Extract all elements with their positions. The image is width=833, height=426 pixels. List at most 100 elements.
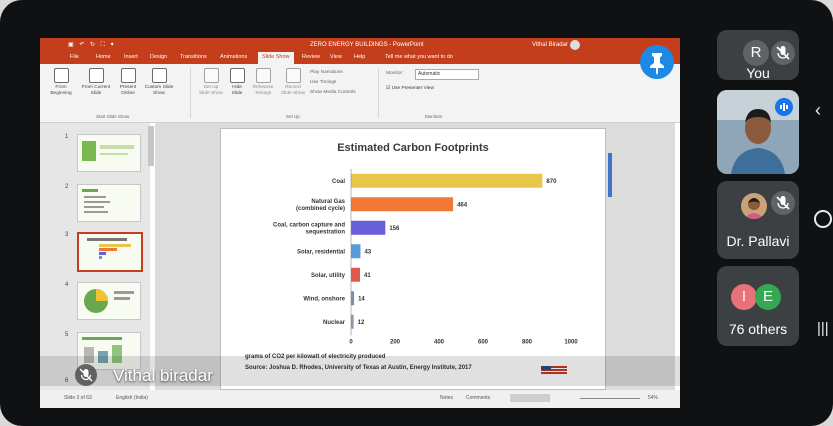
tell-me-search[interactable]: Tell me what you want to do: [385, 54, 453, 60]
show-media-controls-checkbox[interactable]: Show Media Controls: [310, 90, 356, 95]
participant-tile-others[interactable]: I E 76 others: [717, 266, 799, 346]
shared-screen: ▣ ↶ ↻ ⛶ ▾ ZERO ENERGY BUILDINGS - PowerP…: [40, 38, 680, 408]
bar: [351, 220, 386, 235]
play-narrations-checkbox[interactable]: Play Narrations: [310, 70, 343, 75]
you-avatar: R: [743, 40, 769, 66]
group-label-setup: Set Up: [286, 114, 300, 119]
category-label: Coal, carbon capture and: [273, 222, 345, 228]
current-slide[interactable]: Estimated Carbon Footprints Coal 870 Natur…: [220, 128, 606, 390]
you-mic-off-icon: [771, 41, 795, 65]
bar-value-label: 156: [389, 226, 400, 232]
slide-thumbnail-1[interactable]: [77, 134, 141, 172]
account-name[interactable]: Vithal Biradar: [532, 42, 568, 48]
from-beginning-button[interactable]: From Beginning: [46, 68, 76, 97]
tab-insert[interactable]: Insert: [124, 54, 138, 60]
slide-thumbnail-3[interactable]: [77, 232, 143, 272]
tab-transitions[interactable]: Transitions: [180, 54, 207, 60]
tab-animations[interactable]: Animations: [220, 54, 247, 60]
category-label: Nuclear: [323, 320, 346, 326]
x-tick-label: 0: [349, 340, 353, 346]
category-label: Natural Gas: [311, 199, 345, 205]
slideshow-icon: [88, 68, 104, 83]
status-bar: Slide 3 of 63 English (India) Notes Comm…: [40, 390, 680, 408]
tab-slide-show[interactable]: Slide Show: [258, 52, 294, 64]
group-label-monitors: Monitors: [425, 114, 443, 119]
tab-view[interactable]: View: [330, 54, 342, 60]
participant-tile-video[interactable]: [717, 90, 799, 174]
from-current-slide-button[interactable]: From Current Slide: [80, 68, 112, 97]
presenter-view-label: Use Presenter View: [391, 86, 434, 91]
bar: [351, 267, 361, 282]
use-timings-checkbox[interactable]: Use Timings: [310, 80, 336, 85]
pallavi-name: Dr. Pallavi: [726, 233, 790, 249]
tab-help[interactable]: Help: [354, 54, 365, 60]
view-buttons[interactable]: [510, 394, 550, 402]
title-bar: ▣ ↶ ↻ ⛶ ▾ ZERO ENERGY BUILDINGS - PowerP…: [40, 38, 680, 52]
bar-value-label: 12: [358, 320, 365, 326]
account-avatar[interactable]: [570, 40, 580, 50]
slideshow-icon: [53, 68, 69, 83]
monitor-label: Monitor:: [386, 71, 404, 76]
recents-nav-icon[interactable]: |||: [817, 320, 829, 337]
pin-button[interactable]: [640, 45, 674, 79]
thumbnail-graphic: [84, 289, 134, 313]
ribbon-separator: [190, 68, 191, 118]
back-nav-icon[interactable]: ‹: [815, 100, 821, 121]
hide-slide-icon: [229, 68, 245, 83]
present-online-button[interactable]: Present Online: [116, 68, 140, 97]
x-tick-label: 600: [478, 340, 489, 346]
category-label: Coal: [332, 179, 345, 185]
participant-tile-pallavi[interactable]: Dr. Pallavi: [717, 181, 799, 259]
setup-icon: [203, 68, 219, 83]
hide-slide-button[interactable]: Hide Slide: [228, 68, 246, 97]
participant-tile-you[interactable]: R You: [717, 30, 799, 81]
tab-review[interactable]: Review: [302, 54, 320, 60]
presenter-view-checkbox[interactable]: ☑ Use Presenter View: [386, 86, 434, 91]
slide-accent-bar: [608, 153, 612, 197]
category-label: Wind, onshore: [303, 296, 345, 302]
record-slide-show-button[interactable]: Record Slide Show: [280, 68, 306, 97]
thumb-number: 5: [65, 332, 69, 338]
ribbon-separator: [378, 68, 379, 118]
tab-file[interactable]: File: [70, 54, 79, 60]
speaking-indicator-icon: [775, 98, 793, 116]
mic-off-icon: [79, 368, 93, 382]
category-label: sequestration: [306, 229, 346, 235]
tab-home[interactable]: Home: [96, 54, 111, 60]
bar: [351, 244, 361, 259]
zoom-slider[interactable]: [580, 398, 640, 399]
home-nav-icon[interactable]: [814, 210, 832, 228]
other-avatar-i: I: [731, 284, 757, 310]
thumbnails-scrollbar[interactable]: [148, 126, 154, 166]
slide-thumbnail-2[interactable]: [77, 184, 141, 222]
x-tick-label: 800: [522, 340, 533, 346]
category-label: Solar, residential: [297, 249, 345, 255]
record-icon: [285, 68, 301, 83]
pin-icon: [650, 53, 664, 75]
bar: [351, 291, 355, 306]
stopwatch-icon: [255, 68, 271, 83]
zoom-level[interactable]: 54%: [648, 395, 658, 401]
monitor-select[interactable]: Automatic: [415, 69, 479, 80]
thumb-number: 2: [65, 184, 69, 190]
slide-counter: Slide 3 of 63: [64, 395, 92, 401]
x-tick-label: 200: [390, 340, 401, 346]
tab-design[interactable]: Design: [150, 54, 167, 60]
thumb-number: 1: [65, 134, 69, 140]
comments-button[interactable]: Comments: [466, 395, 490, 401]
thumb-number: 4: [65, 282, 69, 288]
group-label-start: Start Slide Show: [96, 114, 130, 119]
rehearse-timings-button[interactable]: Rehearse Timings: [250, 68, 276, 97]
others-count-label: 76 others: [728, 321, 788, 337]
set-up-slide-show-button[interactable]: Set Up Slide Show: [198, 68, 224, 97]
ribbon: From Beginning From Current Slide Presen…: [40, 64, 680, 123]
bar: [351, 314, 354, 329]
quick-access-toolbar[interactable]: ▣ ↶ ↻ ⛶ ▾: [68, 41, 116, 49]
bar: [351, 197, 454, 212]
slide-thumbnail-4[interactable]: [77, 282, 141, 320]
notes-button[interactable]: Notes: [440, 395, 453, 401]
presenter-name: Vithal biradar: [113, 366, 213, 385]
custom-slide-show-button[interactable]: Custom Slide Show: [144, 68, 174, 97]
language-indicator[interactable]: English (India): [116, 395, 148, 401]
other-avatar-e: E: [755, 284, 781, 310]
